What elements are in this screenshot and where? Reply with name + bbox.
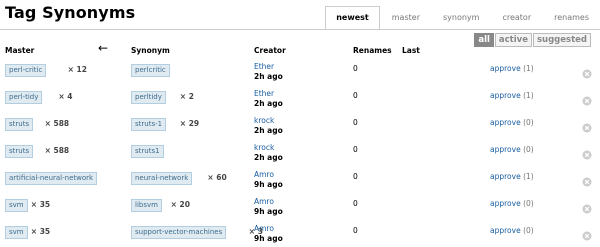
approve-label[interactable]: approve: [490, 226, 521, 235]
approve-label[interactable]: approve: [490, 64, 521, 73]
column-header-renames: Renames: [353, 46, 392, 55]
tab-renames[interactable]: renames: [543, 6, 600, 28]
table-row: struts × 588 struts1 krock 2h ago 0 approve (0…: [0, 143, 600, 170]
master-tag[interactable]: perl-critic: [5, 64, 47, 77]
approve-label[interactable]: approve: [490, 199, 521, 208]
master-tag[interactable]: struts: [5, 118, 34, 131]
synonym-count: × 20: [170, 200, 190, 209]
created-time: 2h ago: [254, 126, 283, 135]
approve-link[interactable]: approve (0): [490, 226, 534, 235]
master-count: × 588: [44, 146, 70, 155]
synonym-tag[interactable]: neural-network: [131, 172, 193, 185]
synonym-count: × 2: [179, 92, 194, 101]
table-row: artificial-neural-network× 175neural-net…: [0, 170, 600, 197]
delete-icon[interactable]: [582, 64, 592, 79]
created-time: 2h ago: [254, 153, 283, 162]
approve-count: (1): [523, 64, 534, 73]
delete-icon[interactable]: [582, 172, 592, 187]
renames-count: 0: [353, 145, 358, 154]
approve-link[interactable]: approve (0): [490, 199, 534, 208]
master-count: × 4: [58, 92, 73, 101]
approve-count: (0): [523, 226, 534, 235]
table-row: svm × 35 support-vector-machines × 3 Amro 9h …: [0, 224, 600, 247]
approve-link[interactable]: approve (1): [490, 64, 534, 73]
approve-label[interactable]: approve: [490, 91, 521, 100]
approve-count: (1): [523, 91, 534, 100]
created-time: 2h ago: [254, 99, 283, 108]
table-row: struts × 588 struts-1 × 29 krock 2h ago 0 appro…: [0, 116, 600, 143]
master-tag[interactable]: artificial-neural-network: [5, 172, 98, 185]
delete-icon[interactable]: [582, 226, 592, 241]
master-count: × 588: [44, 119, 70, 128]
approve-label[interactable]: approve: [490, 118, 521, 127]
renames-count: 0: [353, 199, 358, 208]
creator-link[interactable]: Ether: [254, 62, 274, 72]
column-header-last: Last: [402, 46, 420, 55]
column-header-synonym: Synonym: [131, 46, 170, 55]
synonym-tag[interactable]: perltidy: [131, 91, 166, 104]
master-count: × 12: [67, 65, 87, 74]
master-tag[interactable]: struts: [5, 145, 34, 158]
delete-icon[interactable]: [582, 118, 592, 133]
tab-creator[interactable]: creator: [491, 6, 542, 28]
created-time: 2h ago: [254, 72, 283, 81]
creator-link[interactable]: krock: [254, 143, 274, 153]
synonym-tag[interactable]: support-vector-machines: [131, 226, 227, 239]
creator-link[interactable]: Amro: [254, 197, 274, 207]
renames-count: 0: [353, 64, 358, 73]
column-header-creator: Creator: [254, 46, 286, 55]
page-title: Tag Synonyms: [5, 3, 136, 22]
synonym-tag[interactable]: struts1: [131, 145, 164, 158]
master-tag[interactable]: svm: [5, 199, 28, 212]
master-tag[interactable]: perl-tidy: [5, 91, 43, 104]
table-row: perl-tidy × 4 perltidy × 2 Ether 2h ago 0 appro…: [0, 89, 600, 116]
approve-count: (0): [523, 145, 534, 154]
synonym-tag[interactable]: libsvm: [131, 199, 162, 212]
renames-count: 0: [353, 172, 358, 181]
created-time: 9h ago: [254, 207, 283, 216]
table-row: perl-critic × 12 perlcritic Ether 2h ago 0 app…: [0, 62, 600, 89]
created-time: 9h ago: [254, 234, 283, 243]
delete-icon[interactable]: [582, 91, 592, 106]
approve-count: (0): [523, 199, 534, 208]
renames-count: 0: [353, 91, 358, 100]
column-header-master: Master: [5, 46, 35, 55]
left-arrow-icon: ←: [98, 41, 109, 55]
approve-link[interactable]: approve (0): [490, 118, 534, 127]
tab-master[interactable]: master: [381, 6, 431, 28]
master-count: × 35: [30, 227, 51, 236]
approve-count: (0): [523, 118, 534, 127]
header-divider: [0, 29, 600, 30]
creator-link[interactable]: Amro: [254, 224, 274, 234]
creator-link[interactable]: Amro: [254, 170, 274, 180]
tab-newest[interactable]: newest: [325, 6, 380, 30]
approve-count: (1): [523, 172, 534, 181]
synonym-count: × 29: [179, 119, 200, 128]
creator-link[interactable]: krock: [254, 116, 274, 126]
master-count: × 35: [30, 200, 51, 209]
filter-group: all active suggested: [473, 33, 591, 47]
delete-icon[interactable]: [582, 199, 592, 214]
approve-link[interactable]: approve (1): [490, 172, 534, 181]
created-time: 9h ago: [254, 180, 283, 189]
synonym-tag[interactable]: struts-1: [131, 118, 167, 131]
filter-active[interactable]: active: [494, 33, 532, 47]
renames-count: 0: [353, 118, 358, 127]
approve-label[interactable]: approve: [490, 172, 521, 181]
synonym-count: × 60: [207, 173, 227, 182]
master-tag[interactable]: svm: [5, 226, 28, 239]
approve-link[interactable]: approve (1): [490, 91, 534, 100]
filter-all[interactable]: all: [474, 33, 494, 47]
delete-icon[interactable]: [582, 145, 592, 160]
sort-tabs: newest master synonym creator renames: [324, 6, 600, 30]
approve-link[interactable]: approve (0): [490, 145, 534, 154]
creator-link[interactable]: Ether: [254, 89, 274, 99]
synonym-tag[interactable]: perlcritic: [131, 64, 170, 77]
approve-label[interactable]: approve: [490, 145, 521, 154]
renames-count: 0: [353, 226, 358, 235]
tab-synonym[interactable]: synonym: [432, 6, 490, 28]
table-row: svm × 35 libsvm × 20 Amro 9h ago 0 approve (0): [0, 197, 600, 224]
filter-suggested[interactable]: suggested: [532, 33, 591, 47]
